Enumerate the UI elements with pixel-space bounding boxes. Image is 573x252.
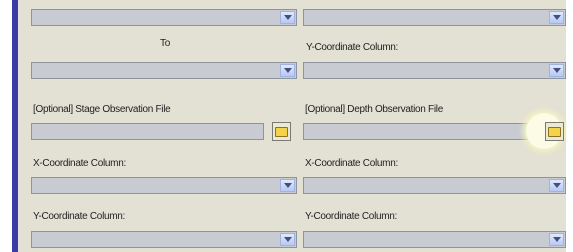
top-right-dropdown[interactable] bbox=[303, 9, 566, 26]
stage-observation-file-label: [Optional] Stage Observation File bbox=[33, 104, 171, 115]
chevron-down-icon[interactable] bbox=[549, 179, 564, 192]
y-coordinate-dropdown-top-right[interactable] bbox=[303, 62, 566, 79]
stage-observation-file-input[interactable] bbox=[31, 123, 264, 140]
chevron-down-icon[interactable] bbox=[280, 64, 295, 77]
chevron-down-icon[interactable] bbox=[549, 64, 564, 77]
depth-browse-button[interactable] bbox=[545, 122, 564, 141]
x-coordinate-label-right: X-Coordinate Column: bbox=[305, 158, 398, 169]
y-coordinate-label-top-right: Y-Coordinate Column: bbox=[306, 42, 399, 53]
chevron-down-icon[interactable] bbox=[280, 179, 295, 192]
right-margin bbox=[566, 0, 573, 252]
depth-observation-file-label: [Optional] Depth Observation File bbox=[305, 104, 443, 115]
observation-settings-panel: To Y-Coordinate Column: [Optional] Stage… bbox=[0, 0, 573, 252]
x-coordinate-dropdown-right[interactable] bbox=[303, 177, 566, 194]
y-coordinate-label-left: Y-Coordinate Column: bbox=[33, 211, 126, 222]
y-coordinate-label-right: Y-Coordinate Column: bbox=[305, 211, 398, 222]
x-coordinate-dropdown-left[interactable] bbox=[31, 177, 297, 194]
chevron-down-icon[interactable] bbox=[280, 11, 295, 24]
top-left-dropdown[interactable] bbox=[31, 9, 297, 26]
stage-browse-button[interactable] bbox=[272, 122, 291, 141]
to-label: To bbox=[160, 38, 170, 49]
x-coordinate-label-left: X-Coordinate Column: bbox=[33, 158, 126, 169]
chevron-down-icon[interactable] bbox=[549, 233, 564, 246]
accent-stripe bbox=[12, 0, 18, 252]
depth-observation-file-input[interactable] bbox=[303, 123, 536, 140]
chevron-down-icon[interactable] bbox=[549, 11, 564, 24]
left-margin bbox=[0, 0, 12, 252]
y-coordinate-dropdown-right[interactable] bbox=[303, 231, 566, 248]
folder-icon bbox=[275, 126, 288, 137]
chevron-down-icon[interactable] bbox=[280, 233, 295, 246]
y-coordinate-dropdown-left[interactable] bbox=[31, 231, 297, 248]
folder-icon bbox=[548, 126, 561, 137]
to-dropdown[interactable] bbox=[31, 62, 297, 79]
